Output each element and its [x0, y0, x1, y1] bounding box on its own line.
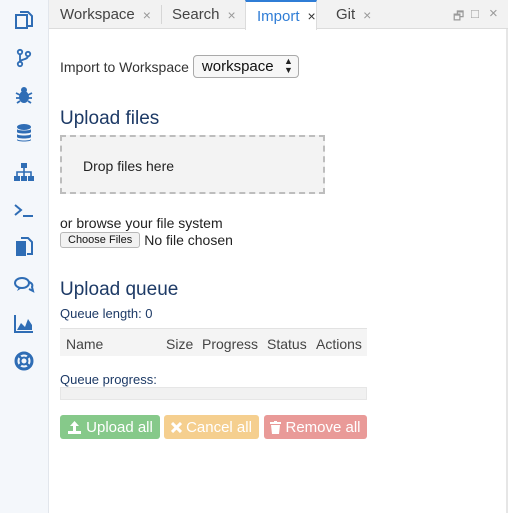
maximize-icon[interactable]: □ [471, 6, 479, 21]
import-target-row: Import to Workspace workspace ▲ ▼ [60, 55, 299, 78]
column-size: Size [166, 336, 194, 352]
close-icon[interactable]: × [489, 5, 498, 22]
column-actions: Actions [316, 336, 362, 352]
close-icon[interactable]: × [308, 8, 316, 24]
upload-icon [68, 421, 82, 434]
restore-icon[interactable]: 🗗 [453, 7, 464, 28]
lifebuoy-icon[interactable] [12, 349, 36, 373]
tab-label: Import [257, 7, 300, 25]
tab-label: Search [172, 6, 220, 23]
copy-icon[interactable] [12, 235, 36, 259]
tab-git[interactable]: Git × [325, 0, 371, 29]
column-name: Name [66, 336, 104, 352]
database-icon[interactable] [12, 121, 36, 145]
file-dropzone[interactable]: Drop files here [60, 135, 325, 194]
select-arrows-icon: ▲ ▼ [284, 57, 293, 75]
tab-import[interactable]: Import × [245, 0, 317, 30]
column-progress: Progress [202, 336, 259, 352]
close-icon[interactable]: × [143, 7, 151, 23]
tab-label: Git [336, 6, 356, 23]
upload-all-button[interactable]: Upload all [60, 415, 160, 439]
remove-all-label: Remove all [285, 418, 361, 436]
column-status: Status [267, 336, 307, 352]
select-value: workspace [201, 58, 274, 75]
upload-files-heading: Upload files [60, 108, 160, 129]
git-branch-icon[interactable] [12, 46, 36, 70]
caret-down-icon: ▼ [283, 65, 293, 75]
cancel-all-button[interactable]: Cancel all [164, 415, 259, 439]
workspace-select[interactable]: workspace ▲ ▼ [192, 55, 299, 78]
dropzone-text: Drop files here [83, 158, 175, 174]
tab-bar: Workspace × Search × Import × Git × 🗗 □ … [49, 0, 508, 30]
sitemap-icon[interactable] [12, 160, 36, 184]
close-icon[interactable]: × [228, 7, 236, 23]
activity-bar [0, 0, 49, 513]
remove-all-button[interactable]: Remove all [264, 415, 367, 439]
tab-label: Workspace [60, 6, 135, 23]
browse-text: or browse your file system [60, 215, 223, 231]
queue-table-header: Name Size Progress Status Actions [60, 328, 367, 356]
file-input-row: Choose Files No file chosen [60, 232, 233, 248]
close-icon[interactable]: × [363, 7, 371, 23]
tab-workspace[interactable]: Workspace × [49, 0, 151, 29]
cancel-all-label: Cancel all [186, 418, 252, 436]
area-chart-icon[interactable] [12, 311, 36, 335]
upload-queue-heading: Upload queue [60, 279, 179, 300]
queue-progress-bar [60, 387, 367, 400]
no-file-text: No file chosen [144, 232, 233, 248]
import-label: Import to Workspace [60, 58, 189, 75]
queue-length: Queue length: 0 [60, 306, 153, 321]
queue-progress-label: Queue progress: [60, 372, 157, 387]
cancel-icon [171, 421, 183, 433]
upload-all-label: Upload all [86, 418, 153, 436]
tab-search[interactable]: Search × [161, 0, 236, 29]
choose-files-button[interactable]: Choose Files [60, 232, 141, 248]
trash-icon [270, 420, 282, 434]
comments-icon[interactable] [12, 273, 36, 297]
files-icon[interactable] [12, 8, 36, 32]
terminal-icon[interactable] [12, 198, 36, 222]
debug-bug-icon[interactable] [12, 83, 36, 107]
